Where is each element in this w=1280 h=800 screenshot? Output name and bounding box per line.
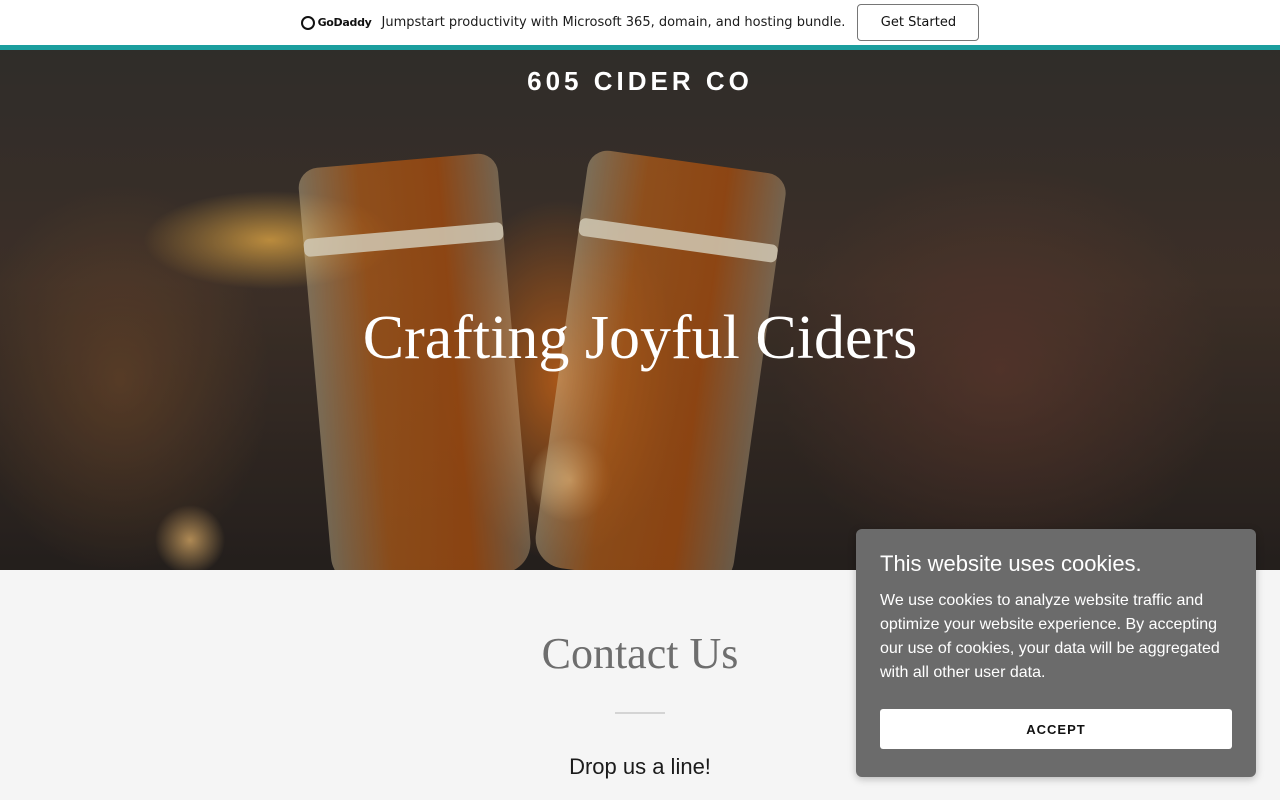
cookie-banner: This website uses cookies. We use cookie…: [856, 529, 1256, 777]
cookie-body: We use cookies to analyze website traffi…: [880, 592, 1220, 681]
cookie-title: This website uses cookies.: [880, 551, 1142, 576]
accept-cookies-button[interactable]: ACCEPT: [880, 709, 1232, 749]
hero-headline: Crafting Joyful Ciders: [362, 304, 918, 372]
promo-bar-content: GoDaddy Jumpstart productivity with Micr…: [300, 4, 980, 41]
get-started-button[interactable]: Get Started: [857, 4, 980, 41]
promo-message: Jumpstart productivity with Microsoft 36…: [381, 15, 846, 30]
godaddy-logo-icon: [300, 15, 315, 30]
section-divider: [615, 712, 665, 714]
godaddy-logo[interactable]: GoDaddy: [300, 15, 372, 30]
promo-bar: GoDaddy Jumpstart productivity with Micr…: [0, 0, 1280, 45]
godaddy-logo-text: GoDaddy: [317, 16, 372, 29]
site-brand[interactable]: 605 CIDER CO: [0, 66, 1280, 97]
